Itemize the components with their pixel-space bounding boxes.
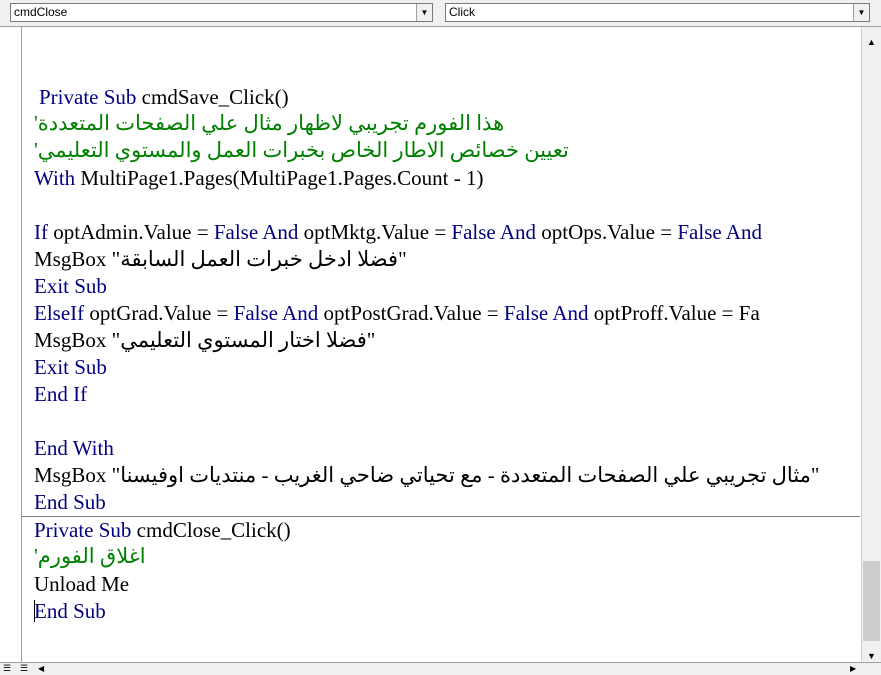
horizontal-scrollbar[interactable]: ☰ ☰ ◀ ▶ xyxy=(0,662,881,675)
keyword: False And xyxy=(451,220,537,244)
keyword: False And xyxy=(233,301,319,325)
code-editor[interactable]: Private Sub cmdSave_Click() 'هذا الفورم … xyxy=(22,27,860,662)
keyword: False And xyxy=(213,220,299,244)
code-line[interactable]: With MultiPage1.Pages(MultiPage1.Pages.C… xyxy=(34,165,483,192)
arrow-left-icon[interactable]: ◀ xyxy=(38,663,44,674)
comment-line[interactable]: 'اغلاق الفورم xyxy=(34,543,146,570)
code-line[interactable]: Unload Me xyxy=(34,571,129,598)
code-line[interactable]: MsgBox "مثال تجريبي علي الصفحات المتعددة… xyxy=(34,462,819,489)
code-line[interactable]: Exit Sub xyxy=(34,354,107,381)
full-module-view-icon[interactable]: ☰ xyxy=(20,663,28,674)
code-line[interactable]: Private Sub cmdSave_Click() xyxy=(39,84,289,111)
margin-indicator-bar[interactable] xyxy=(0,27,22,662)
code-text: cmdSave_Click() xyxy=(136,85,289,109)
code-line[interactable]: End With xyxy=(34,435,114,462)
code-text: optOps.Value = xyxy=(536,220,678,244)
code-line[interactable]: End Sub xyxy=(34,598,106,625)
code-text: cmdClose_Click() xyxy=(131,518,291,542)
arrow-up-icon[interactable]: ▲ xyxy=(863,33,880,50)
code-text: optGrad.Value = xyxy=(84,301,234,325)
text-caret xyxy=(34,600,35,622)
code-line[interactable]: If optAdmin.Value = False And optMktg.Va… xyxy=(34,219,762,246)
comment-line[interactable]: 'هذا الفورم تجريبي لاظهار مثال علي الصفح… xyxy=(34,110,504,137)
arrow-right-icon[interactable]: ▶ xyxy=(850,663,856,674)
keyword: ElseIf xyxy=(34,301,85,325)
chevron-down-icon[interactable]: ▼ xyxy=(416,4,432,21)
keyword: False And xyxy=(503,301,589,325)
code-line[interactable]: MsgBox "فضلا اختار المستوي التعليمي" xyxy=(34,327,375,354)
comment-line[interactable]: 'تعيين خصائص الاطار الخاص بخبرات العمل و… xyxy=(34,137,569,164)
code-window-toolbar: cmdClose ▼ Click ▼ xyxy=(0,0,881,27)
code-line[interactable]: End Sub xyxy=(34,489,106,516)
code-line[interactable]: Exit Sub xyxy=(34,273,107,300)
procedure-combo-value: Click xyxy=(449,5,475,19)
object-combo-value: cmdClose xyxy=(14,5,68,19)
code-text: MultiPage1.Pages(MultiPage1.Pages.Count … xyxy=(75,166,484,190)
code-text: optMktg.Value = xyxy=(298,220,452,244)
code-line[interactable]: MsgBox "فضلا ادخل خبرات العمل السابقة" xyxy=(34,246,407,273)
vertical-scrollbar[interactable]: ▲ ▼ xyxy=(861,27,881,662)
object-combo[interactable]: cmdClose ▼ xyxy=(10,3,433,22)
keyword: With xyxy=(34,166,76,190)
keyword: Private Sub xyxy=(34,518,132,542)
code-text: optProff.Value = Fa xyxy=(588,301,760,325)
procedure-combo[interactable]: Click ▼ xyxy=(445,3,870,22)
keyword: Private Sub xyxy=(39,85,137,109)
code-line[interactable]: ElseIf optGrad.Value = False And optPost… xyxy=(34,300,760,327)
chevron-down-icon[interactable]: ▼ xyxy=(853,4,869,21)
code-line[interactable]: End If xyxy=(34,381,87,408)
scrollbar-thumb[interactable] xyxy=(863,561,880,641)
keyword: If xyxy=(34,220,48,244)
code-text: optAdmin.Value = xyxy=(48,220,214,244)
keyword: False And xyxy=(677,220,762,244)
code-text: optPostGrad.Value = xyxy=(318,301,504,325)
code-line[interactable]: Private Sub cmdClose_Click() xyxy=(34,517,291,544)
procedure-view-icon[interactable]: ☰ xyxy=(3,663,11,674)
